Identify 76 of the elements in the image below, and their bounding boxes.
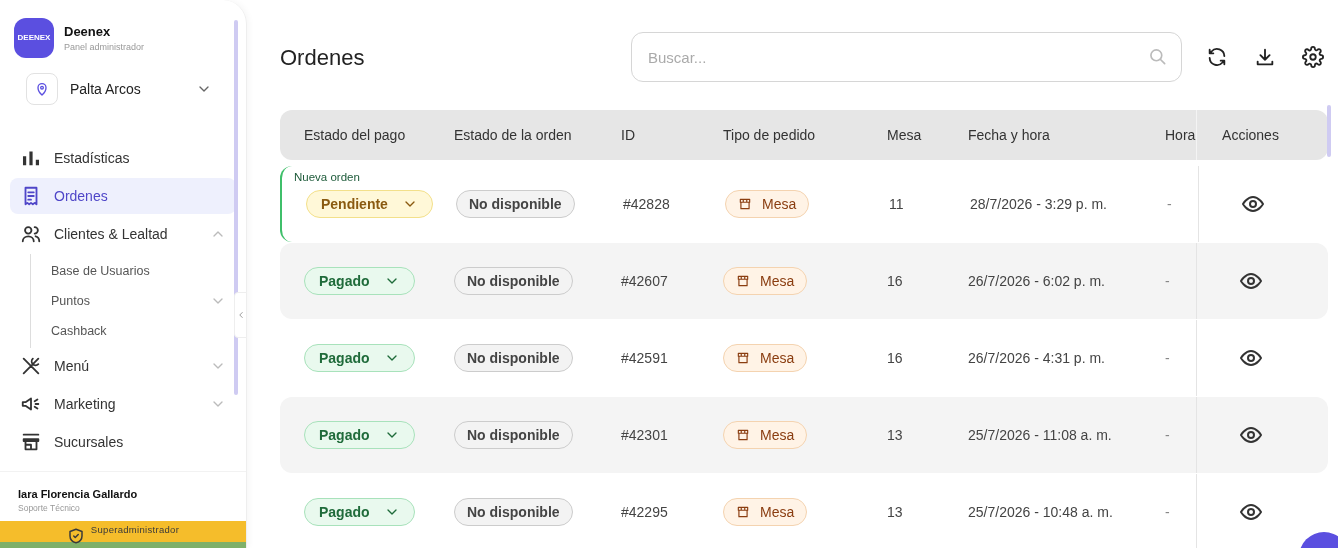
payment-status-dropdown[interactable]: Pagado <box>304 267 415 295</box>
column-header: Mesa <box>887 125 923 145</box>
location-pin-icon <box>34 81 50 97</box>
storefront-icon <box>20 431 42 453</box>
store-icon <box>738 197 752 211</box>
order-id: #42295 <box>621 502 668 522</box>
column-header: Estado del pago <box>303 125 407 145</box>
order-type-badge: Mesa <box>723 498 808 526</box>
order-datetime: 26/7/2026 - 6:02 p. m. <box>968 271 1105 291</box>
nav-item[interactable]: Estadísticas <box>10 140 236 176</box>
brand-subtitle: Panel administrador <box>64 41 145 54</box>
column-header: Estado de la orden <box>454 125 573 145</box>
order-datetime: 25/7/2026 - 11:08 a. m. <box>968 425 1112 445</box>
submenu-item[interactable]: Cashback <box>31 316 236 346</box>
order-status-badge: No disponible <box>454 498 573 526</box>
order-id: #42828 <box>623 194 670 214</box>
order-status-badge: No disponible <box>454 421 573 449</box>
order-datetime: 25/7/2026 - 10:48 a. m. <box>968 502 1113 522</box>
payment-status-dropdown[interactable]: Pagado <box>304 498 415 526</box>
order-datetime: 28/7/2026 - 3:29 p. m. <box>970 194 1107 214</box>
submenu-item[interactable]: Base de Usuarios <box>31 256 236 286</box>
payment-status-dropdown[interactable]: Pendiente <box>306 190 433 218</box>
order-type-badge: Mesa <box>725 190 810 218</box>
table-number: 16 <box>887 348 903 368</box>
table-number: 13 <box>887 502 903 522</box>
new-order-label: Nueva orden <box>294 170 360 185</box>
search-icon <box>1148 47 1168 67</box>
order-time: - <box>1165 502 1170 522</box>
nav-item[interactable]: Marketing <box>10 386 236 422</box>
nav-item[interactable]: Menú <box>10 348 236 384</box>
store-icon <box>736 351 750 365</box>
location-selector[interactable]: Palta Arcos <box>26 72 212 106</box>
user-name: Iara Florencia Gallardo <box>18 486 139 502</box>
nav-item[interactable]: Clientes & Lealtad <box>10 216 236 252</box>
order-id: #42607 <box>621 271 668 291</box>
payment-status-dropdown[interactable]: Pagado <box>304 344 415 372</box>
table-number: 11 <box>889 194 904 214</box>
shield-check-icon <box>66 526 85 545</box>
nav-item[interactable]: Ordenes <box>10 178 236 214</box>
order-time: - <box>1165 271 1170 291</box>
order-time: - <box>1165 348 1170 368</box>
order-time: - <box>1165 425 1170 445</box>
column-header: Fecha y hora <box>968 125 1051 145</box>
store-icon <box>736 274 750 288</box>
search-field[interactable]: Buscar... <box>631 32 1182 82</box>
order-type-badge: Mesa <box>723 267 808 295</box>
store-icon <box>736 505 750 519</box>
page-title: Ordenes <box>280 43 366 72</box>
order-datetime: 26/7/2026 - 4:31 p. m. <box>968 348 1105 368</box>
refresh-icon[interactable] <box>1206 46 1228 68</box>
column-header: Hora <box>1165 125 1196 145</box>
table-number: 13 <box>887 425 903 445</box>
order-type-badge: Mesa <box>723 421 808 449</box>
store-icon <box>736 428 750 442</box>
utensils-icon <box>20 355 42 377</box>
settings-icon[interactable] <box>1302 46 1324 68</box>
nav-item[interactable]: Sucursales <box>10 424 236 460</box>
users-icon <box>20 223 42 245</box>
role-badge: Superadministrador <box>0 521 246 548</box>
download-icon[interactable] <box>1254 46 1276 68</box>
column-header: Tipo de pedido <box>723 125 817 145</box>
table-number: 16 <box>887 271 903 291</box>
collapse-handle[interactable] <box>234 292 247 338</box>
brand-logo: DEENEX <box>14 18 54 58</box>
order-type-badge: Mesa <box>723 344 808 372</box>
order-time: - <box>1167 194 1172 214</box>
order-id: #42591 <box>621 348 668 368</box>
brand-name: Deenex <box>64 22 112 41</box>
order-status-badge: No disponible <box>454 267 573 295</box>
column-header: Acciones <box>1196 110 1304 160</box>
column-header: ID <box>621 125 636 145</box>
user-role: Soporte Técnico <box>18 502 81 515</box>
order-status-badge: No disponible <box>454 344 573 372</box>
payment-status-dropdown[interactable]: Pagado <box>304 421 415 449</box>
order-status-badge: No disponible <box>456 190 575 218</box>
order-id: #42301 <box>621 425 668 445</box>
